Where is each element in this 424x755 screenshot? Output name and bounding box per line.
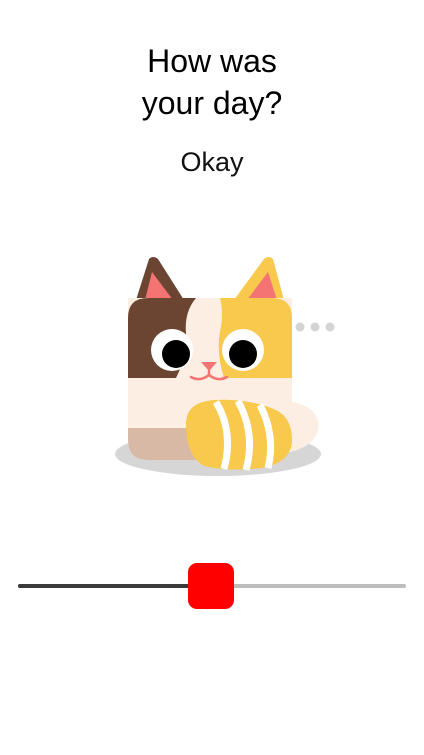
left-ear — [136, 257, 184, 300]
question-line-2: your day? — [141, 85, 283, 121]
slider-fill — [18, 584, 211, 588]
right-eye — [222, 329, 264, 371]
mood-slider[interactable] — [18, 560, 406, 612]
question-line-1: How was — [147, 43, 277, 79]
left-eye — [151, 329, 193, 371]
mood-label: Okay — [180, 147, 244, 177]
thinking-dots-icon — [295, 322, 335, 332]
question-title: How was your day? — [0, 40, 424, 124]
cat-tail — [186, 399, 292, 471]
slider-thumb[interactable] — [187, 563, 234, 609]
calico-cat-icon — [115, 257, 335, 476]
right-ear — [234, 257, 284, 300]
